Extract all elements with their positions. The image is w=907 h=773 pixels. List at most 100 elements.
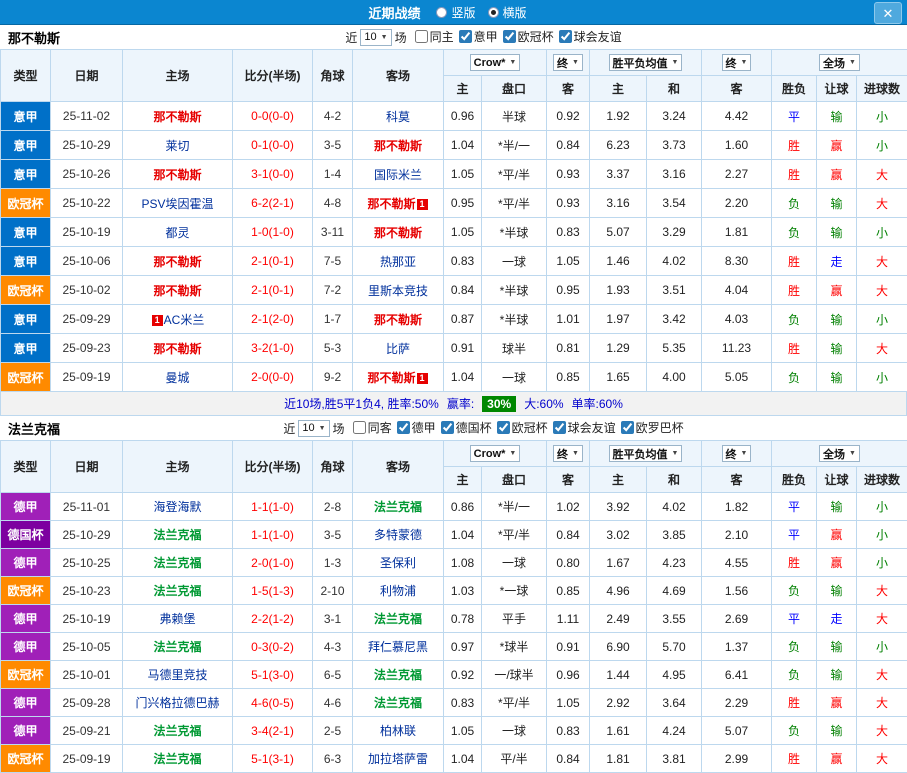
away-team-link[interactable]: 利物浦 (380, 584, 416, 598)
scope-select[interactable]: 全场 ▼ (819, 445, 860, 462)
home-team-link[interactable]: 弗赖堡 (159, 612, 195, 626)
filter-checkbox[interactable] (441, 421, 454, 434)
home-team-link[interactable]: 那不勒斯 (153, 168, 201, 182)
match-score[interactable]: 2-1(0-1) (233, 247, 313, 276)
away-team-link[interactable]: 法兰克福 (374, 500, 422, 514)
home-team-link[interactable]: AC米兰 (164, 313, 205, 327)
filter-同主[interactable]: 同主 (415, 28, 454, 45)
home-team-link[interactable]: 莱切 (165, 139, 189, 153)
match-score[interactable]: 5-1(3-1) (233, 745, 313, 773)
final-odds-select[interactable]: 终 ▼ (553, 445, 583, 462)
home-team-link[interactable]: 那不勒斯 (153, 255, 201, 269)
layout-radio-vertical[interactable]: 竖版 (436, 4, 475, 21)
match-count-select[interactable]: 10 ▼ (360, 29, 391, 46)
sub-win: 主 (590, 467, 647, 493)
filter-checkbox[interactable] (415, 30, 428, 43)
home-team-link[interactable]: 那不勒斯 (153, 110, 201, 124)
match-score[interactable]: 1-1(1-0) (233, 493, 313, 521)
away-team-link[interactable]: 多特蒙德 (374, 528, 422, 542)
filter-checkbox[interactable] (353, 421, 366, 434)
away-team-link[interactable]: 科莫 (386, 110, 410, 124)
filter-checkbox[interactable] (553, 421, 566, 434)
away-team-link[interactable]: 里斯本竞技 (368, 284, 428, 298)
sub-handicap: 盘口 (482, 467, 547, 493)
away-team: 国际米兰 (353, 160, 444, 189)
home-team-link[interactable]: 法兰克福 (153, 584, 201, 598)
match-count-select[interactable]: 10 ▼ (298, 420, 329, 437)
odds-company-select[interactable]: Crow* ▼ (470, 445, 521, 462)
match-score[interactable]: 2-0(1-0) (233, 549, 313, 577)
match-score[interactable]: 3-2(1-0) (233, 334, 313, 363)
away-team-link[interactable]: 那不勒斯 (367, 371, 415, 385)
final-odds-select[interactable]: 终 ▼ (553, 54, 583, 71)
match-score[interactable]: 0-1(0-0) (233, 131, 313, 160)
match-score[interactable]: 0-3(0-2) (233, 633, 313, 661)
home-team-link[interactable]: 曼城 (165, 371, 189, 385)
away-team-link[interactable]: 柏林联 (380, 724, 416, 738)
match-score[interactable]: 3-4(2-1) (233, 717, 313, 745)
odds-company-select[interactable]: Crow* ▼ (470, 54, 521, 71)
layout-radio-horizontal[interactable]: 横版 (488, 4, 527, 21)
away-team-link[interactable]: 圣保利 (380, 556, 416, 570)
close-button[interactable]: ✕ (874, 2, 902, 24)
filter-欧冠杯[interactable]: 欧冠杯 (503, 28, 554, 45)
result-handicap: 赢 (817, 276, 857, 305)
filter-球会友谊[interactable]: 球会友谊 (559, 28, 622, 45)
avg-odds-select[interactable]: 胜平负均值 ▼ (609, 54, 683, 71)
filter-意甲[interactable]: 意甲 (459, 28, 498, 45)
away-team-link[interactable]: 那不勒斯 (374, 313, 422, 327)
match-score[interactable]: 1-1(1-0) (233, 521, 313, 549)
home-team-link[interactable]: 法兰克福 (153, 640, 201, 654)
avg-odds-select[interactable]: 胜平负均值 ▼ (609, 445, 683, 462)
corner-score: 3-11 (313, 218, 353, 247)
home-team-link[interactable]: 马德里竞技 (147, 668, 207, 682)
filter-checkbox[interactable] (503, 30, 516, 43)
filter-checkbox[interactable] (559, 30, 572, 43)
match-score[interactable]: 1-5(1-3) (233, 577, 313, 605)
away-team-link[interactable]: 那不勒斯 (367, 197, 415, 211)
filter-checkbox[interactable] (459, 30, 472, 43)
home-team-link[interactable]: 都灵 (165, 226, 189, 240)
away-team-link[interactable]: 那不勒斯 (374, 139, 422, 153)
away-team-link[interactable]: 加拉塔萨雷 (368, 752, 428, 766)
filter-checkbox[interactable] (497, 421, 510, 434)
final-avg-select[interactable]: 终 ▼ (722, 54, 752, 71)
filter-checkbox[interactable] (397, 421, 410, 434)
away-team-link[interactable]: 那不勒斯 (374, 226, 422, 240)
filter-球会友谊[interactable]: 球会友谊 (553, 419, 616, 436)
filter-欧罗巴杯[interactable]: 欧罗巴杯 (621, 419, 684, 436)
match-score[interactable]: 3-1(0-0) (233, 160, 313, 189)
away-team-link[interactable]: 法兰克福 (374, 696, 422, 710)
away-team-link[interactable]: 比萨 (386, 342, 410, 356)
filter-德国杯[interactable]: 德国杯 (441, 419, 492, 436)
home-team-link[interactable]: PSV埃因霍温 (141, 197, 213, 211)
scope-select[interactable]: 全场 ▼ (819, 54, 860, 71)
home-team-link[interactable]: 海登海默 (153, 500, 201, 514)
home-team-link[interactable]: 门兴格拉德巴赫 (135, 696, 219, 710)
home-team-link[interactable]: 那不勒斯 (153, 284, 201, 298)
home-team-link[interactable]: 法兰克福 (153, 528, 201, 542)
match-score[interactable]: 0-0(0-0) (233, 102, 313, 131)
match-score[interactable]: 2-1(2-0) (233, 305, 313, 334)
filter-同客[interactable]: 同客 (353, 419, 392, 436)
home-team-link[interactable]: 法兰克福 (153, 724, 201, 738)
match-score[interactable]: 2-2(1-2) (233, 605, 313, 633)
match-score[interactable]: 2-0(0-0) (233, 363, 313, 392)
away-team-link[interactable]: 热那亚 (380, 255, 416, 269)
match-score[interactable]: 1-0(1-0) (233, 218, 313, 247)
away-team-link[interactable]: 拜仁慕尼黑 (368, 640, 428, 654)
home-team-link[interactable]: 法兰克福 (153, 556, 201, 570)
away-team-link[interactable]: 国际米兰 (374, 168, 422, 182)
match-score[interactable]: 6-2(2-1) (233, 189, 313, 218)
final-avg-select[interactable]: 终 ▼ (722, 445, 752, 462)
filter-欧冠杯[interactable]: 欧冠杯 (497, 419, 548, 436)
match-score[interactable]: 5-1(3-0) (233, 661, 313, 689)
away-team-link[interactable]: 法兰克福 (374, 612, 422, 626)
home-team-link[interactable]: 那不勒斯 (153, 342, 201, 356)
home-team-link[interactable]: 法兰克福 (153, 752, 201, 766)
away-team-link[interactable]: 法兰克福 (374, 668, 422, 682)
match-score[interactable]: 2-1(0-1) (233, 276, 313, 305)
filter-德甲[interactable]: 德甲 (397, 419, 436, 436)
match-score[interactable]: 4-6(0-5) (233, 689, 313, 717)
filter-checkbox[interactable] (621, 421, 634, 434)
